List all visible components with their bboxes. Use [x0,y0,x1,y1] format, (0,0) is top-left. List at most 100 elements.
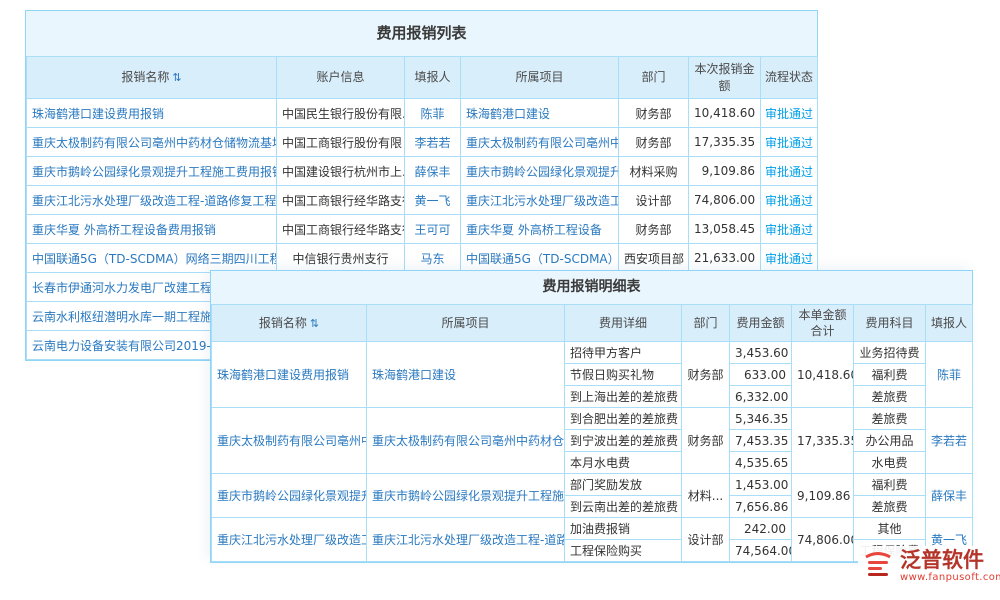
status-cell[interactable]: 审批通过 [761,128,818,157]
category-cell: 其他 [854,518,926,540]
detail-name-cell[interactable]: 重庆江北污水处理厂级改造工程- [212,518,367,562]
expense-name-cell[interactable]: 重庆太极制药有限公司亳州中药材仓储物流基地项... [27,128,277,157]
expense-item-cell: 到合肥出差的差旅费 [565,408,682,430]
expense-item-cell: 到云南出差的差旅费 [565,496,682,518]
detail-project-cell[interactable]: 重庆太极制药有限公司亳州中药材仓储物流 [367,408,565,474]
detail-name-cell[interactable]: 重庆市鹅岭公园绿化景观提升工程 [212,474,367,518]
status-cell[interactable]: 审批通过 [761,157,818,186]
detail-project-cell[interactable]: 珠海鹤港口建设 [367,342,565,408]
expense-name-cell[interactable]: 重庆华夏 外高桥工程设备费用报销 [27,215,277,244]
expense-name-cell[interactable]: 中国联通5G（TD-SCDMA）网络三期四川工程费... [27,244,277,273]
column-label: 所属项目 [441,316,489,330]
item-amount-cell: 5,346.35 [730,408,792,430]
category-cell: 办公用品 [854,430,926,452]
item-amount-cell: 7,453.35 [730,430,792,452]
column-label: 费用详细 [599,316,647,330]
account-cell: 中国工商银行经华路支行 [277,186,405,215]
status-cell[interactable]: 审批通过 [761,99,818,128]
column-header-2: 账户信息 [277,57,405,99]
amount-cell: 17,335.35 [689,128,761,157]
column-label: 部门 [641,70,665,84]
detail-name-cell[interactable]: 珠海鹤港口建设费用报销 [212,342,367,408]
column-header-3: 填报人 [405,57,461,99]
item-amount-cell: 74,564.00 [730,540,792,562]
item-amount-cell: 3,453.60 [730,342,792,364]
detail-dept-cell: 财务部 [682,408,730,474]
column-header-1[interactable]: 报销名称⇅ [212,305,367,342]
column-label: 填报人 [414,70,450,84]
detail-name-cell[interactable]: 重庆太极制药有限公司亳州中药材 [212,408,367,474]
project-cell[interactable]: 中国联通5G（TD-SCDMA）网... [461,244,619,273]
expense-name-cell[interactable]: 重庆市鹅岭公园绿化景观提升工程施工费用报销 [27,157,277,186]
detail-reporter-cell[interactable]: 陈菲 [926,342,973,408]
reporter-cell[interactable]: 薛保丰 [405,157,461,186]
expense-item-cell: 招待甲方客户 [565,342,682,364]
account-cell: 中国工商银行股份有限 [277,128,405,157]
detail-project-cell[interactable]: 重庆市鹅岭公园绿化景观提升工程施工 [367,474,565,518]
column-header-4: 部门 [682,305,730,342]
dept-cell: 材料采购 [619,157,689,186]
brand-name: 泛普软件 [900,548,1000,572]
expense-detail-table: 报销名称⇅所属项目费用详细部门费用金额本单金额合计费用科目填报人 珠海鹤港口建设… [211,304,973,562]
category-cell: 差旅费 [854,386,926,408]
project-cell[interactable]: 重庆太极制药有限公司亳州中... [461,128,619,157]
reporter-cell[interactable]: 王可可 [405,215,461,244]
item-amount-cell: 4,535.65 [730,452,792,474]
detail-project-cell[interactable]: 重庆江北污水处理厂级改造工程-道路修复工程 [367,518,565,562]
column-header-6: 本次报销金额 [689,57,761,99]
column-header-4: 所属项目 [461,57,619,99]
fanpu-logo-text: 泛普软件 www.fanpusoft.com [900,548,1000,584]
reporter-cell[interactable]: 马东 [405,244,461,273]
project-cell[interactable]: 重庆江北污水处理厂级改造工... [461,186,619,215]
expense-item-cell: 到上海出差的差旅费 [565,386,682,408]
category-cell: 差旅费 [854,496,926,518]
column-header-1[interactable]: 报销名称⇅ [27,57,277,99]
expense-name-cell[interactable]: 重庆江北污水处理厂级改造工程-道路修复工程费用... [27,186,277,215]
column-header-3: 费用详细 [565,305,682,342]
sort-icon[interactable]: ⇅ [310,317,319,330]
expense-item-cell: 工程保险购买 [565,540,682,562]
header-row: 报销名称⇅所属项目费用详细部门费用金额本单金额合计费用科目填报人 [212,305,973,342]
reporter-cell[interactable]: 陈菲 [405,99,461,128]
detail-dept-cell: 材料... [682,474,730,518]
column-label: 填报人 [931,316,967,330]
expense-detail-row: 重庆江北污水处理厂级改造工程-重庆江北污水处理厂级改造工程-道路修复工程加油费报… [212,518,973,540]
total-amount-cell: 74,806.00 [792,518,854,562]
project-cell[interactable]: 重庆华夏 外高桥工程设备 [461,215,619,244]
status-cell[interactable]: 审批通过 [761,215,818,244]
column-header-8: 填报人 [926,305,973,342]
amount-cell: 74,806.00 [689,186,761,215]
column-label: 报销名称 [121,70,169,84]
column-label: 本单金额合计 [798,308,846,338]
status-cell[interactable]: 审批通过 [761,186,818,215]
reporter-cell[interactable]: 李若若 [405,128,461,157]
detail-reporter-cell[interactable]: 李若若 [926,408,973,474]
item-amount-cell: 1,453.00 [730,474,792,496]
column-header-5: 部门 [619,57,689,99]
column-label: 报销名称 [259,316,307,330]
item-amount-cell: 633.00 [730,364,792,386]
dept-cell: 财务部 [619,215,689,244]
column-header-5: 费用金额 [730,305,792,342]
expense-detail-title: 费用报销明细表 [211,271,972,304]
brand-url[interactable]: www.fanpusoft.com [900,572,1000,584]
expense-item-cell: 节假日购买礼物 [565,364,682,386]
amount-cell: 13,058.45 [689,215,761,244]
expense-page: 费用报销列表 报销名称⇅账户信息填报人所属项目部门本次报销金额流程状态 珠海鹤港… [0,0,1000,600]
amount-cell: 10,418.60 [689,99,761,128]
project-cell[interactable]: 珠海鹤港口建设 [461,99,619,128]
column-header-2: 所属项目 [367,305,565,342]
fanpu-logo-icon [862,548,894,584]
detail-reporter-cell[interactable]: 薛保丰 [926,474,973,518]
expense-name-cell[interactable]: 珠海鹤港口建设费用报销 [27,99,277,128]
account-cell: 中国工商银行经华路支行 [277,215,405,244]
project-cell[interactable]: 重庆市鹅岭公园绿化景观提升... [461,157,619,186]
sort-icon[interactable]: ⇅ [172,71,181,84]
reporter-cell[interactable]: 黄一飞 [405,186,461,215]
total-amount-cell: 17,335.35 [792,408,854,474]
column-label: 部门 [693,316,717,330]
status-cell[interactable]: 审批通过 [761,244,818,273]
fanpu-logo[interactable]: 泛普软件 www.fanpusoft.com [858,546,1000,586]
column-header-7: 流程状态 [761,57,818,99]
expense-item-cell: 部门奖励发放 [565,474,682,496]
